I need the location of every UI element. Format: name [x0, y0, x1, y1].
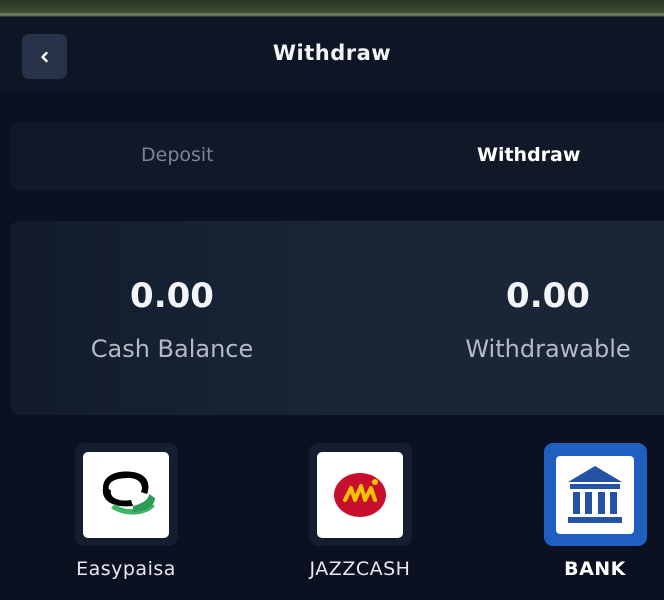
balance-card: 0.00 Cash Balance 0.00 Withdrawable — [10, 221, 664, 415]
withdrawable-label: Withdrawable — [465, 335, 631, 363]
withdrawable-value: 0.00 — [506, 276, 590, 316]
header-bar: Withdraw — [0, 17, 664, 93]
bank-icon — [552, 451, 638, 538]
method-bank[interactable]: BANK — [515, 443, 664, 580]
page-title: Withdraw — [272, 41, 392, 65]
deposit-withdraw-tabs: Deposit Withdraw — [10, 122, 664, 191]
jazzcash-label: JAZZCASH — [309, 558, 411, 580]
method-easypaisa[interactable]: Easypaisa — [46, 443, 206, 580]
bank-label: BANK — [564, 558, 626, 580]
easypaisa-logo-icon — [83, 451, 169, 538]
bank-tile[interactable] — [543, 443, 647, 546]
jazzcash-tile[interactable] — [308, 443, 412, 546]
cash-balance-label: Cash Balance — [90, 335, 254, 363]
tab-deposit[interactable]: Deposit — [141, 144, 214, 166]
easypaisa-label: Easypaisa — [76, 558, 176, 580]
method-jazzcash[interactable]: JAZZCASH — [280, 443, 440, 580]
cash-balance-value: 0.00 — [130, 276, 214, 316]
easypaisa-tile[interactable] — [74, 443, 178, 546]
tab-withdraw[interactable]: Withdraw — [477, 144, 580, 166]
window-top-strip — [0, 0, 664, 17]
jazzcash-logo-icon — [317, 451, 403, 538]
